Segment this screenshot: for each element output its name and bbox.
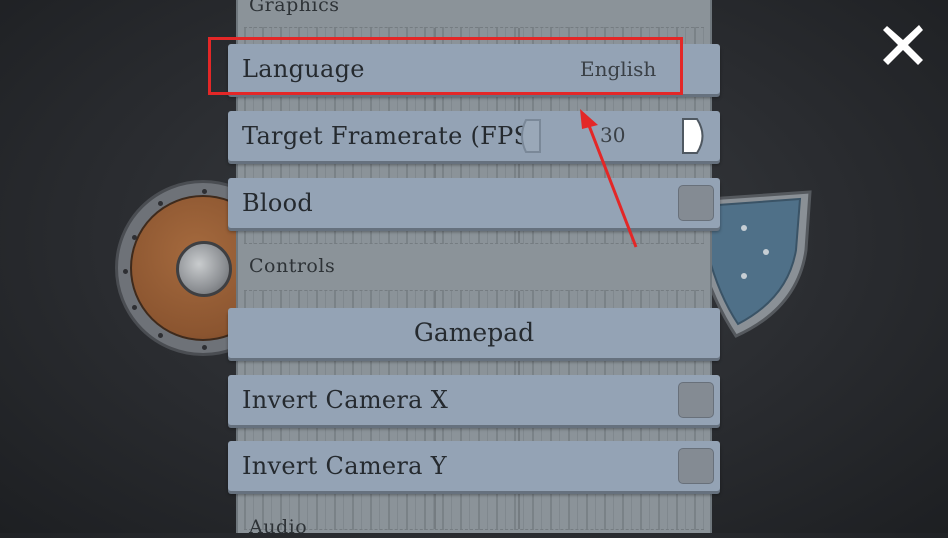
annotation-arrow-icon [580,109,638,248]
invert-camera-y-row: Invert Camera Y [228,441,720,491]
shield-rivet [132,235,137,240]
invert-camera-y-checkbox[interactable] [678,448,714,484]
blood-label: Blood [242,189,314,217]
highlight-box [208,37,683,95]
invert-camera-y-label: Invert Camera Y [242,452,447,480]
gamepad-button[interactable]: Gamepad [228,308,720,358]
invert-camera-x-checkbox[interactable] [678,382,714,418]
framerate-label: Target Framerate (FPS) [242,122,540,150]
arrow-left-icon[interactable] [514,118,544,154]
shield-rivet [158,201,163,206]
section-title-controls: Controls [249,255,336,277]
invert-camera-x-row: Invert Camera X [228,375,720,425]
shield-rivet [202,189,207,194]
invert-camera-x-label: Invert Camera X [242,386,449,414]
close-icon[interactable] [880,22,926,68]
gamepad-label: Gamepad [413,318,535,347]
shield-boss [176,241,232,297]
blood-checkbox[interactable] [678,185,714,221]
shield-rivet [123,269,128,274]
shield-rivet [132,305,137,310]
panel-ornament-band [244,488,704,530]
section-title-audio: Audio [249,516,308,538]
shield-rivet [158,333,163,338]
arrow-right-icon[interactable] [680,117,710,155]
shield-rivet [202,345,207,350]
section-title-graphics: Graphics [249,0,340,16]
